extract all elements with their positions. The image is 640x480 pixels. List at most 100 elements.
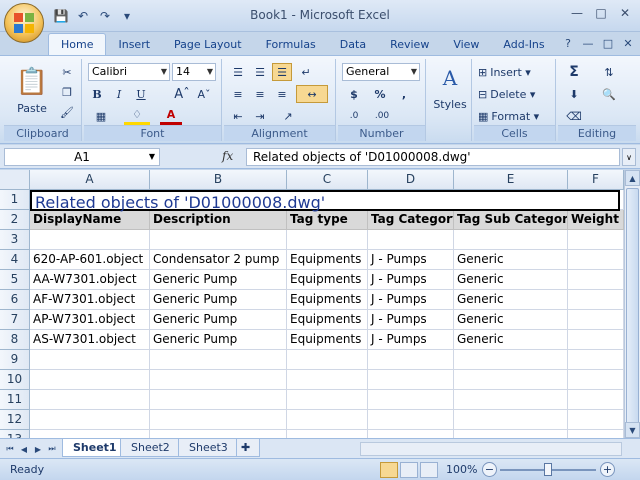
font-family-select[interactable]: Calibri ▼ xyxy=(88,63,170,81)
header-cell[interactable]: Tag Sub Category xyxy=(454,210,568,230)
cell[interactable] xyxy=(287,410,368,430)
cell[interactable] xyxy=(454,390,568,410)
first-sheet-icon[interactable]: ⏮ xyxy=(4,442,16,456)
autosum-icon[interactable]: Σ xyxy=(562,63,586,81)
page-break-view-icon[interactable] xyxy=(420,462,438,478)
cell[interactable] xyxy=(454,350,568,370)
cell[interactable]: Equipments xyxy=(287,290,368,310)
align-right-icon[interactable]: ≡ xyxy=(272,85,292,103)
fill-color-icon[interactable]: ♢ xyxy=(124,107,150,125)
cell[interactable] xyxy=(568,290,624,310)
cell[interactable]: AS-W7301.object xyxy=(30,330,150,350)
minimize-button[interactable]: — xyxy=(566,4,588,22)
cell[interactable] xyxy=(368,350,454,370)
header-cell[interactable]: Weight xyxy=(568,210,624,230)
tab-view[interactable]: View xyxy=(441,33,491,55)
cell[interactable] xyxy=(454,230,568,250)
cell[interactable] xyxy=(454,410,568,430)
cell[interactable] xyxy=(150,230,287,250)
cell[interactable]: Generic Pump xyxy=(150,270,287,290)
cell[interactable]: Generic xyxy=(454,270,568,290)
row-header[interactable]: 9 xyxy=(0,350,30,370)
cell[interactable]: Generic xyxy=(454,250,568,270)
align-middle-icon[interactable]: ☰ xyxy=(250,63,270,81)
cell[interactable]: Generic Pump xyxy=(150,330,287,350)
worksheet-grid[interactable]: A B C D E F 1 2 DisplayName Description … xyxy=(0,170,624,438)
cell[interactable] xyxy=(30,430,150,438)
align-top-icon[interactable]: ☰ xyxy=(228,63,248,81)
cell[interactable] xyxy=(568,330,624,350)
zoom-level[interactable]: 100% xyxy=(446,463,477,476)
cell[interactable] xyxy=(30,350,150,370)
row-header[interactable]: 4 xyxy=(0,250,30,270)
cell[interactable]: J - Pumps xyxy=(368,330,454,350)
copy-icon[interactable]: ❐ xyxy=(58,83,76,101)
row-header[interactable]: 1 xyxy=(0,190,30,210)
cell[interactable]: Condensator 2 pump xyxy=(150,250,287,270)
decrease-decimal-icon[interactable]: .00 xyxy=(370,107,394,125)
cell[interactable] xyxy=(30,390,150,410)
sheet-tab-sheet1[interactable]: Sheet1 xyxy=(62,439,128,457)
scroll-thumb[interactable] xyxy=(626,188,639,428)
cell[interactable] xyxy=(150,370,287,390)
name-box[interactable]: A1 ▼ xyxy=(4,148,160,166)
cell[interactable] xyxy=(568,410,624,430)
shrink-font-icon[interactable]: Aˇ xyxy=(194,85,214,103)
row-header[interactable]: 13 xyxy=(0,430,30,438)
sheet-tab-sheet2[interactable]: Sheet2 xyxy=(120,439,181,457)
row-header[interactable]: 7 xyxy=(0,310,30,330)
row-header[interactable]: 12 xyxy=(0,410,30,430)
cell[interactable]: Generic Pump xyxy=(150,290,287,310)
find-select-icon[interactable]: 🔍 xyxy=(594,85,624,103)
cell[interactable] xyxy=(287,370,368,390)
zoom-out-button[interactable]: − xyxy=(482,462,497,477)
cell[interactable] xyxy=(150,390,287,410)
tab-home[interactable]: Home xyxy=(48,33,107,55)
header-cell[interactable]: Description xyxy=(150,210,287,230)
font-size-select[interactable]: 14 ▼ xyxy=(172,63,216,81)
page-layout-view-icon[interactable] xyxy=(400,462,418,478)
comma-icon[interactable]: , xyxy=(394,85,414,103)
percent-icon[interactable]: % xyxy=(370,85,390,103)
paste-button[interactable]: Paste xyxy=(8,101,56,115)
cell[interactable] xyxy=(287,230,368,250)
cell[interactable]: Equipments xyxy=(287,330,368,350)
cell[interactable]: J - Pumps xyxy=(368,310,454,330)
prev-sheet-icon[interactable]: ◀ xyxy=(18,442,30,456)
borders-icon[interactable]: ▦ xyxy=(88,107,114,125)
format-painter-icon[interactable]: 🖌 xyxy=(58,103,76,121)
cell[interactable] xyxy=(568,390,624,410)
row-header[interactable]: 6 xyxy=(0,290,30,310)
cell[interactable] xyxy=(568,430,624,438)
zoom-slider-thumb[interactable] xyxy=(544,463,552,476)
column-header-b[interactable]: B xyxy=(150,170,287,190)
column-header-f[interactable]: F xyxy=(568,170,624,190)
align-left-icon[interactable]: ≡ xyxy=(228,85,248,103)
cell[interactable] xyxy=(368,370,454,390)
cell[interactable] xyxy=(454,370,568,390)
scroll-up-icon[interactable]: ▲ xyxy=(625,170,640,186)
styles-icon[interactable]: A xyxy=(434,63,466,93)
cell[interactable]: AP-W7301.object xyxy=(30,310,150,330)
insert-sheet-icon[interactable]: ✚ xyxy=(236,439,260,457)
orientation-icon[interactable]: ↗ xyxy=(276,107,300,125)
ribbon-close-button[interactable]: ✕ xyxy=(620,36,636,50)
tab-review[interactable]: Review xyxy=(378,33,441,55)
expand-formula-bar-icon[interactable]: ∨ xyxy=(622,148,636,166)
cell[interactable] xyxy=(287,390,368,410)
italic-icon[interactable]: I xyxy=(110,85,128,103)
cell[interactable]: Equipments xyxy=(287,250,368,270)
align-bottom-icon[interactable]: ☰ xyxy=(272,63,292,81)
tab-insert[interactable]: Insert xyxy=(106,33,162,55)
maximize-button[interactable]: □ xyxy=(590,4,612,22)
row-header[interactable]: 2 xyxy=(0,210,30,230)
cell[interactable] xyxy=(287,350,368,370)
cell[interactable] xyxy=(568,370,624,390)
column-header-e[interactable]: E xyxy=(454,170,568,190)
formula-input[interactable]: Related objects of 'D01000008.dwg' xyxy=(246,148,620,166)
column-header-a[interactable]: A xyxy=(30,170,150,190)
header-cell[interactable]: Tag type xyxy=(287,210,368,230)
cell[interactable] xyxy=(568,230,624,250)
format-cells-button[interactable]: ▦ Format ▾ xyxy=(478,107,552,125)
next-sheet-icon[interactable]: ▶ xyxy=(32,442,44,456)
